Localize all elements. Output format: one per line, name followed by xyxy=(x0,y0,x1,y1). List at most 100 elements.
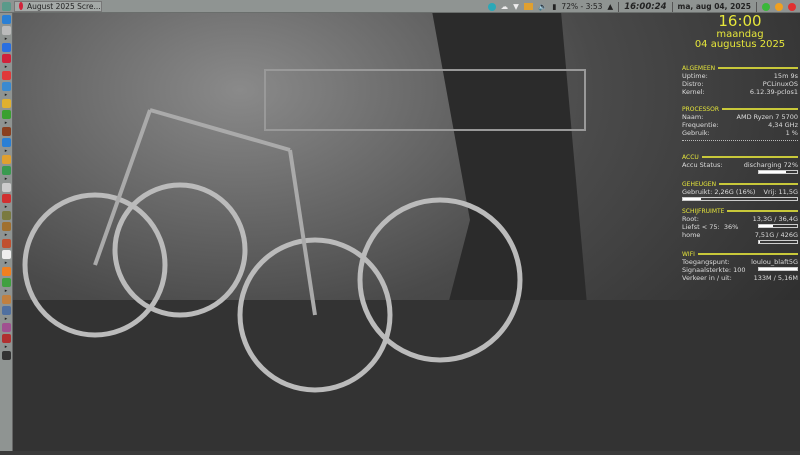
conky-date: 04 augustus 2025 xyxy=(694,39,786,51)
row-label: Distro: xyxy=(682,79,704,88)
clock[interactable]: 16:00:24 xyxy=(624,2,666,12)
notification-icon[interactable]: ▲ xyxy=(607,2,613,11)
conky-system-monitor: 16:00 maandag 04 augustus 2025 ALGEMEEN … xyxy=(682,12,799,282)
calc-icon[interactable] xyxy=(1,166,11,175)
expand-arrow-icon[interactable]: ▸ xyxy=(5,345,8,350)
memory-bar xyxy=(682,196,798,201)
top-taskbar: August 2025 Scre... ☁ ▼ 🔈 ▮ 72% - 3:53 ▲… xyxy=(0,0,800,13)
conky-row: Frequentie: 4,34 GHz xyxy=(682,121,798,129)
row-value: 1 % xyxy=(785,128,798,137)
app-icon[interactable] xyxy=(1,71,11,80)
power-icon[interactable] xyxy=(788,2,796,11)
signal-bar xyxy=(758,266,798,271)
gimp-icon[interactable] xyxy=(1,222,11,231)
conky-row: Distro: PCLinuxOS xyxy=(682,80,798,88)
pdf-icon[interactable] xyxy=(1,194,11,203)
docs-icon[interactable] xyxy=(1,138,11,147)
refresh-icon[interactable] xyxy=(762,2,770,11)
root-value: 13,3G / 36,4G xyxy=(752,214,798,223)
paint-icon[interactable] xyxy=(1,211,11,220)
conky-row: Uptime: 15m 9s xyxy=(682,72,798,80)
show-desktop-icon[interactable] xyxy=(2,1,11,11)
signal-value: 100 xyxy=(733,265,746,274)
menu-icon[interactable] xyxy=(1,26,11,35)
row-value: AMD Ryzen 7 5700 xyxy=(736,112,798,121)
row-label: Gebruik: xyxy=(682,128,710,137)
root-bar xyxy=(758,223,798,228)
terminal-icon[interactable] xyxy=(1,351,11,360)
row-value: 4,34 GHz xyxy=(768,120,798,129)
ap-value: loulou_blaft5G xyxy=(751,257,798,266)
browser-icon[interactable] xyxy=(1,43,11,52)
accu-bar xyxy=(758,169,798,174)
fav-label: Liefst < 75: xyxy=(682,222,720,231)
cpu-graph xyxy=(682,139,798,142)
section-schijfruimte: SCHIJFRUIMTE xyxy=(682,208,798,215)
expand-arrow-icon[interactable]: ▸ xyxy=(5,317,8,322)
expand-arrow-icon[interactable]: ▸ xyxy=(5,65,8,70)
row-value: 6.12.39-pclos1 xyxy=(749,87,798,96)
bicycle-wallpaper-image xyxy=(0,0,800,451)
media-icon[interactable] xyxy=(1,127,11,136)
update-icon[interactable] xyxy=(487,2,496,11)
audio-icon[interactable] xyxy=(1,278,11,287)
fav-value: 36% xyxy=(723,222,739,231)
root-label: Root: xyxy=(682,214,699,223)
section-wifi: WIFI xyxy=(682,251,798,258)
section-geheugen: GEHEUGEN xyxy=(682,181,798,188)
battery-status[interactable]: 72% - 3:53 xyxy=(561,2,602,11)
cloud-icon[interactable]: ☁ xyxy=(501,2,509,11)
files-icon[interactable] xyxy=(1,155,11,164)
ap-label: Toegangspunt: xyxy=(682,257,730,266)
window-title: August 2025 Scre... xyxy=(27,1,101,11)
expand-arrow-icon[interactable]: ▸ xyxy=(5,93,8,98)
battery-icon[interactable]: ▮ xyxy=(552,2,556,11)
left-launcher-panel: ▸ ▸ ▸ ▸ ▸ ▸ ▸ ▸ ▸ ▸ ▸ ▸ xyxy=(0,13,13,451)
memory-free: Vrij: 11,5G xyxy=(763,187,799,196)
opera-icon[interactable] xyxy=(1,54,11,63)
conky-time: 16:00 xyxy=(718,12,762,30)
vlc-icon[interactable] xyxy=(1,267,11,276)
wifi-icon[interactable]: ▼ xyxy=(513,2,519,11)
logout-icon[interactable] xyxy=(775,2,783,11)
expand-arrow-icon[interactable]: ▸ xyxy=(5,121,8,126)
weather-icon[interactable] xyxy=(1,295,11,304)
calendar-icon[interactable] xyxy=(1,239,11,248)
desktop-wallpaper xyxy=(0,0,800,451)
volume-icon[interactable]: 🔈 xyxy=(538,2,547,11)
expand-arrow-icon[interactable]: ▸ xyxy=(5,261,8,266)
row-label: Naam: xyxy=(682,112,704,121)
tool-icon[interactable] xyxy=(1,334,11,343)
photo-icon[interactable] xyxy=(1,323,11,332)
traffic-value: 133M / 5,16M xyxy=(753,273,798,282)
row-value: PCLinuxOS xyxy=(762,79,798,88)
section-processor: PROCESSOR xyxy=(682,106,798,113)
date[interactable]: ma, aug 04, 2025 xyxy=(678,2,752,11)
conky-row: Naam: AMD Ryzen 7 5700 xyxy=(682,113,798,121)
row-label: Frequentie: xyxy=(682,120,719,129)
image-icon[interactable] xyxy=(1,183,11,192)
expand-arrow-icon[interactable]: ▸ xyxy=(5,205,8,210)
conky-row: Gebruik: 1 % xyxy=(682,129,798,137)
taskbar-window-button[interactable]: August 2025 Scre... xyxy=(14,0,102,12)
opera-icon xyxy=(19,2,23,10)
expand-arrow-icon[interactable]: ▸ xyxy=(5,177,8,182)
expand-arrow-icon[interactable]: ▸ xyxy=(5,149,8,154)
tree-icon[interactable] xyxy=(1,110,11,119)
row-value: 15m 9s xyxy=(773,71,798,80)
home-value: 7,51G / 426G xyxy=(754,230,798,239)
expand-arrow-icon[interactable]: ▸ xyxy=(5,37,8,42)
row-label: Kernel: xyxy=(682,87,705,96)
expand-arrow-icon[interactable]: ▸ xyxy=(5,289,8,294)
memory-used: Gebruikt: 2,26G (16%) xyxy=(682,187,756,196)
desktop-icon[interactable] xyxy=(1,15,11,24)
accu-value: discharging 72% xyxy=(743,160,798,169)
network-icon[interactable] xyxy=(1,82,11,91)
accu-label: Accu Status: xyxy=(682,160,723,169)
folder-icon[interactable] xyxy=(1,99,11,108)
expand-arrow-icon[interactable]: ▸ xyxy=(5,233,8,238)
wing-icon[interactable] xyxy=(1,250,11,259)
keyboard-icon[interactable] xyxy=(523,3,533,10)
settings-icon[interactable] xyxy=(1,306,11,315)
row-label: Uptime: xyxy=(682,71,708,80)
